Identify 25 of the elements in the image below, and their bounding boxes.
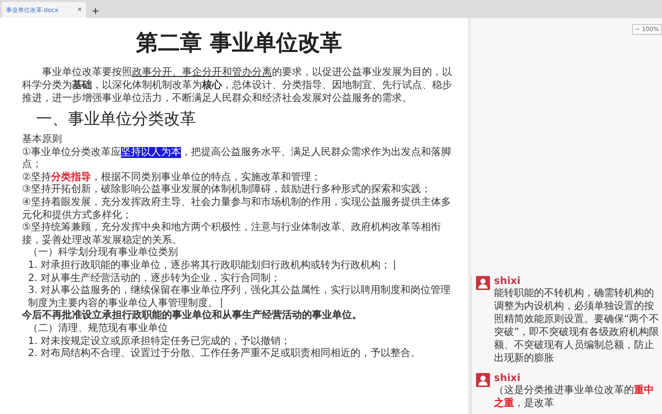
document-line: 2. 对从事生产经营活动的，逐步转为企业，实行合同制；	[27, 272, 282, 284]
intro-paragraph: 事业单位改革要按照政事分开、事企分开和管办分离的要求，以促进公益事业发展为目的，以科学分类为基础，以深化体制机制改革为核心，总体设计、分类指导、因地制宜、先行试点、稳步推进，进一步增强事业单位活力，不断满足人民群众和经济社会发展对公益服务的需求。	[22, 66, 453, 105]
document-line: 基本原则	[22, 134, 63, 146]
document-line: 2. 对布局结构不合理、设置过于分散、工作任务严重不足或职责相同相近的，予以整合。	[27, 348, 422, 361]
document-line: 3. 对从事公益服务的，继续保留在事业单位序列，强化其公益属性，实行以聘用制度和岗位管理制度为主要内容的事业单位人事管理制度。	[27, 285, 452, 309]
document-line: 1. 对未按规定设立或原承担特定任务已完成的，予以撤销；	[27, 336, 292, 348]
document-line: ②坚持分类指导，根据不同类别事业单位的特点，实施改革和管理；	[22, 172, 322, 184]
chapter-title: 第二章 事业单位改革	[135, 29, 343, 58]
document-line: 今后不再批准设立承担行政职能的事业单位和从事生产经营活动的事业单位。	[22, 310, 363, 322]
subheading: （二）清理、规范现有事业单位	[27, 322, 169, 336]
document-line: ④坚持着眼发展，充分发挥政府主导、社会力量参与和市场机制的作用，实现公益服务提供主体多元化和提供方式多样化；	[22, 196, 452, 222]
document-line: ①事业单位分类改革应坚持以人为本，把提高公益服务水平、满足人民群众需求作为出发点和落脚点；	[22, 146, 452, 172]
comment-text: （这是分类推进事业单位改革的重中之重，是改革	[494, 384, 655, 410]
comment-text: 能转职能的不转机构，确需转机构的调整为内设机构，必须单独设置的按照精简效能原则设置。要确保“两个不突破”，即不突破现有各级政府机构限额、不突破现有人员编制总额，防止出现新的膨胀	[494, 287, 660, 365]
avatar-icon	[476, 373, 490, 387]
subheading: （一）科学划分现有事业单位类别	[27, 247, 179, 260]
document-line: ③坚持开拓创新，破除影响公益事业发展的体制机制障碍，鼓励进行多种形式的探索和实践；	[22, 184, 432, 196]
avatar-icon	[476, 276, 490, 290]
close-tab-button[interactable]: ×	[77, 6, 82, 14]
comment-author: shixi	[494, 373, 522, 384]
document-line: ⑤坚持统筹兼顾，充分发挥中央和地方两个积极性，注意与行业体制改革、政府机构改革等相衔接，妥善处理改革发展稳定的关系。	[22, 222, 442, 246]
document-line: 1. 对承担行政职能的事业单位，逐步将其行政职能划归行政机构或转为行政机构；	[22, 260, 456, 273]
section-heading: 一、事业单位分类改革	[36, 109, 197, 130]
new-tab-button[interactable]: +	[90, 4, 102, 18]
comment-author: shixi	[494, 276, 522, 287]
